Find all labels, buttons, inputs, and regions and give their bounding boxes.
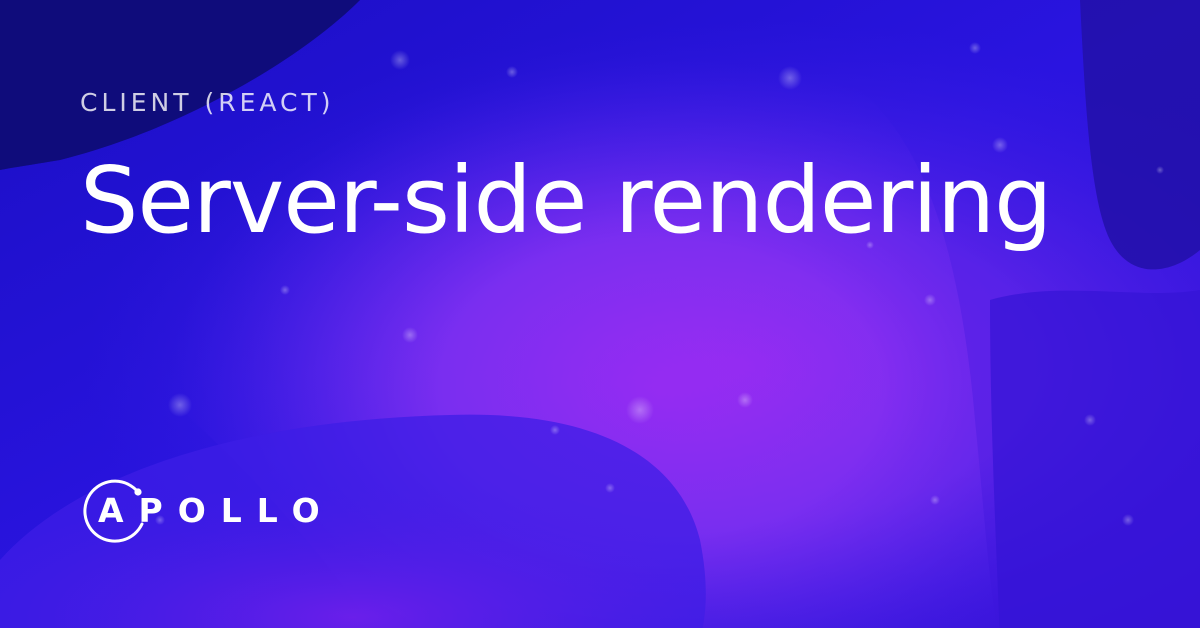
social-card: CLIENT (REACT) Server-side rendering APO… [0,0,1200,628]
page-title: Server-side rendering [80,147,1053,254]
category-label: CLIENT (REACT) [80,88,335,117]
apollo-logo: APOLLO [80,478,400,550]
apollo-wordmark: APOLLO [98,491,335,530]
